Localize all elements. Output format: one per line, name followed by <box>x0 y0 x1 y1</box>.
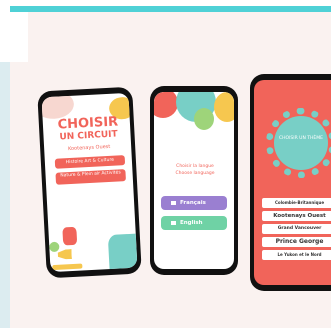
decor-shape <box>107 233 138 270</box>
left-strip <box>0 62 10 328</box>
megaphone-icon <box>57 249 72 260</box>
phone-screen: CHOISIR UN CIRCUIT Kootenays Ouest Histo… <box>41 92 138 273</box>
language-prompt-fr: Choisir la langue <box>176 164 214 169</box>
decor-blob <box>194 108 214 130</box>
language-prompt-en: Choose language <box>175 171 215 176</box>
decor-blob <box>154 92 178 118</box>
english-button[interactable]: English <box>161 216 227 230</box>
phone-screen: CHOISIR UN THÈME Colombie-Britannique Ko… <box>254 80 331 285</box>
decor-blob <box>214 92 234 122</box>
english-label: English <box>180 220 203 226</box>
phone-choose-circuit: CHOISIR UN CIRCUIT Kootenays Ouest Histo… <box>37 86 142 279</box>
decor-blob <box>41 92 75 120</box>
theme-item[interactable]: Le Yukon et le Nord <box>262 250 331 260</box>
illustration-header <box>154 92 234 138</box>
phone-choose-theme: CHOISIR UN THÈME Colombie-Britannique Ko… <box>250 74 331 291</box>
french-label: Français <box>180 200 206 206</box>
history-culture-button[interactable]: Histoire Art & Culture <box>54 155 126 169</box>
decor-shape <box>62 226 78 246</box>
theme-item[interactable]: Prince George <box>262 237 331 247</box>
white-card <box>10 12 28 62</box>
french-button[interactable]: Français <box>161 196 227 210</box>
theme-circle: CHOISIR UN THÈME <box>274 116 328 170</box>
decor-bar <box>52 263 83 271</box>
decor-dot <box>49 241 60 253</box>
chat-icon <box>171 220 176 225</box>
region-label: Kootenays Ouest <box>67 143 111 153</box>
theme-item[interactable]: Grand Vancouver <box>262 224 331 234</box>
theme-item[interactable]: Kootenays Ouest <box>262 211 331 221</box>
theme-item[interactable]: Colombie-Britannique <box>262 198 331 208</box>
phone-screen: Choisir la langue Choose language França… <box>154 92 234 269</box>
nature-outdoor-button[interactable]: Nature & Plein air Activités <box>55 169 126 185</box>
phone-choose-language: Choisir la langue Choose language França… <box>150 86 238 275</box>
chat-icon <box>171 200 176 205</box>
